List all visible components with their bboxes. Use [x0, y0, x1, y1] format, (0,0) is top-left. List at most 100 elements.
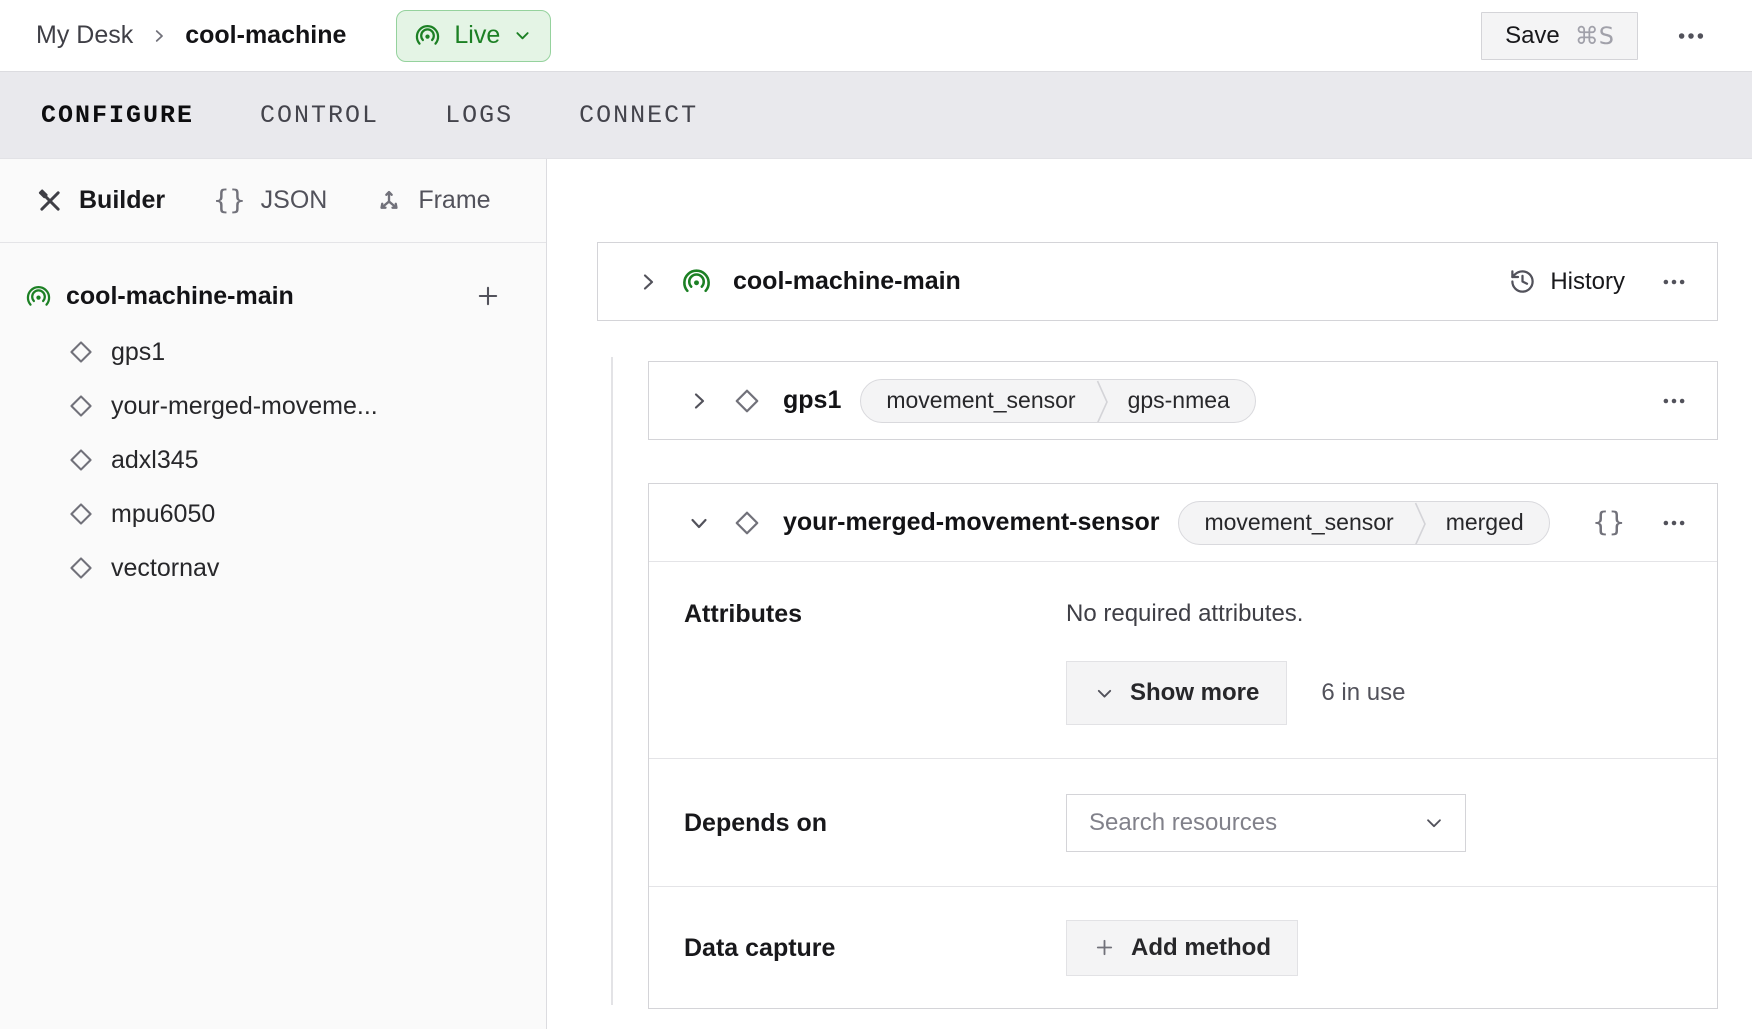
tree-item-merged-sensor[interactable]: your-merged-moveme... [0, 379, 546, 433]
config-sidebar: Builder {} JSON Frame [0, 159, 547, 1029]
component-diamond-icon [67, 338, 95, 366]
component-diamond-icon [67, 500, 95, 528]
mode-json[interactable]: {} JSON [213, 185, 327, 216]
tree-root-label: cool-machine-main [66, 282, 294, 311]
component-diamond-icon [67, 554, 95, 582]
tree-item-label: gps1 [111, 338, 165, 367]
ellipsis-icon [1676, 21, 1706, 51]
breadcrumb-current: cool-machine [185, 21, 346, 50]
attributes-label: Attributes [684, 599, 1066, 725]
gps1-card-title: gps1 [783, 386, 841, 415]
live-status-dropdown[interactable]: Live [396, 10, 551, 62]
machine-part-icon [681, 266, 712, 297]
tab-connect[interactable]: CONNECT [579, 101, 698, 130]
depends-on-label: Depends on [684, 808, 1066, 838]
machine-part-icon [25, 283, 52, 310]
tree-item-adxl345[interactable]: adxl345 [0, 433, 546, 487]
tag-divider-chevron [1096, 380, 1109, 423]
no-required-attributes-text: No required attributes. [1066, 599, 1405, 629]
tree-item-label: vectornav [111, 554, 219, 583]
tag-divider-chevron [1414, 502, 1427, 545]
collapse-merged-card-button[interactable] [687, 511, 711, 535]
component-diamond-icon [732, 386, 762, 416]
tree-item-label: mpu6050 [111, 500, 215, 529]
tab-configure[interactable]: CONFIGURE [41, 101, 194, 130]
history-button-label: History [1550, 268, 1625, 296]
add-component-button[interactable] [474, 282, 502, 310]
chevron-down-icon [687, 511, 711, 535]
data-capture-label: Data capture [684, 933, 1066, 963]
resource-model-tag: gps-nmea [1109, 380, 1255, 422]
show-more-button[interactable]: Show more [1066, 661, 1287, 725]
chevron-down-icon [1094, 683, 1115, 704]
save-button[interactable]: Save ⌘S [1481, 12, 1638, 60]
component-diamond-icon [67, 446, 95, 474]
tree-item-gps1[interactable]: gps1 [0, 325, 546, 379]
mode-builder-label: Builder [79, 186, 165, 215]
expand-machine-card-button[interactable] [636, 270, 660, 294]
tab-control[interactable]: CONTROL [260, 101, 379, 130]
tree-item-mpu6050[interactable]: mpu6050 [0, 487, 546, 541]
tree-item-label: your-merged-moveme... [111, 392, 378, 421]
mode-frame-label: Frame [418, 186, 490, 215]
chevron-right-icon [687, 389, 711, 413]
resource-subtype-tag: movement_sensor [861, 380, 1095, 422]
edit-json-button[interactable]: {} [1592, 507, 1625, 538]
ellipsis-icon [1661, 388, 1687, 414]
save-shortcut-hint: ⌘S [1575, 22, 1614, 50]
merged-type-model-tag: movement_sensor merged [1178, 501, 1549, 545]
component-diamond-icon [732, 508, 762, 538]
merged-card-menu-button[interactable] [1661, 510, 1687, 536]
breadcrumb: My Desk cool-machine [36, 21, 346, 50]
merged-sensor-card-title: your-merged-movement-sensor [783, 508, 1159, 537]
main-tab-bar: CONFIGURE CONTROL LOGS CONNECT [0, 72, 1752, 159]
mode-builder[interactable]: Builder [36, 186, 165, 215]
depends-on-section: Depends on Search resources [649, 758, 1717, 886]
view-mode-bar: Builder {} JSON Frame [0, 159, 546, 243]
attributes-content: No required attributes. Show more 6 in u… [1066, 599, 1405, 725]
ellipsis-icon [1661, 510, 1687, 536]
attributes-in-use-count: 6 in use [1321, 679, 1405, 707]
data-capture-section: Data capture Add method [649, 886, 1717, 1008]
chevron-right-icon [636, 270, 660, 294]
mode-frame[interactable]: Frame [375, 186, 490, 215]
breadcrumb-parent-link[interactable]: My Desk [36, 21, 133, 50]
ellipsis-icon [1661, 269, 1687, 295]
gps1-card: gps1 movement_sensor gps-nmea [648, 361, 1718, 440]
broadcast-icon [414, 22, 441, 49]
expand-gps1-card-button[interactable] [687, 389, 711, 413]
gps1-type-model-tag: movement_sensor gps-nmea [860, 379, 1255, 423]
axes-icon [375, 187, 403, 215]
resource-tree: cool-machine-main gps1 your-merged-movem… [0, 243, 546, 595]
chevron-down-icon [1423, 812, 1445, 834]
tree-item-vectornav[interactable]: vectornav [0, 541, 546, 595]
depends-on-placeholder: Search resources [1089, 809, 1277, 837]
tree-item-label: adxl345 [111, 446, 199, 475]
tools-icon [36, 187, 64, 215]
attributes-section: Attributes No required attributes. Show … [649, 562, 1717, 758]
machine-part-card: cool-machine-main History [597, 242, 1718, 321]
gps1-card-menu-button[interactable] [1661, 388, 1687, 414]
show-more-label: Show more [1130, 679, 1259, 707]
add-method-button[interactable]: Add method [1066, 920, 1298, 976]
add-method-label: Add method [1131, 934, 1271, 962]
history-button[interactable]: History [1509, 268, 1625, 296]
depends-on-select[interactable]: Search resources [1066, 794, 1466, 852]
tree-root-machine[interactable]: cool-machine-main [0, 267, 546, 325]
merged-sensor-card: your-merged-movement-sensor movement_sen… [648, 483, 1718, 1009]
app-window: My Desk cool-machine Live Save ⌘S CONFIG… [0, 0, 1752, 1030]
machine-part-title: cool-machine-main [733, 267, 961, 296]
plus-icon [474, 282, 502, 310]
header-overflow-menu-button[interactable] [1676, 21, 1706, 51]
curly-braces-icon: {} [213, 185, 246, 216]
history-clock-icon [1509, 268, 1536, 295]
plus-icon [1093, 936, 1116, 959]
config-main-panel: cool-machine-main History [547, 159, 1752, 1029]
resource-subtype-tag: movement_sensor [1179, 502, 1413, 544]
live-status-label: Live [454, 21, 500, 50]
top-header: My Desk cool-machine Live Save ⌘S [0, 0, 1752, 72]
mode-json-label: JSON [261, 186, 328, 215]
machine-card-menu-button[interactable] [1661, 269, 1687, 295]
tab-logs[interactable]: LOGS [445, 101, 513, 130]
resource-model-tag: merged [1427, 502, 1549, 544]
